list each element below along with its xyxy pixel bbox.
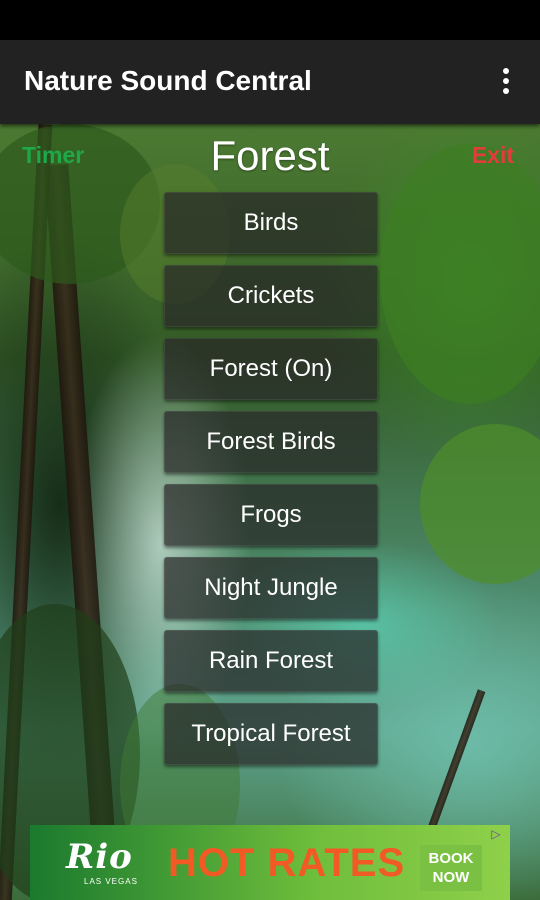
ad-headline: HOT RATES bbox=[168, 841, 406, 885]
sound-button-birds[interactable]: Birds bbox=[164, 192, 378, 254]
app-bar: Nature Sound Central bbox=[0, 40, 540, 124]
sound-button-night-jungle[interactable]: Night Jungle bbox=[164, 557, 378, 619]
status-bar bbox=[0, 0, 540, 40]
sound-button-tropical-forest[interactable]: Tropical Forest bbox=[164, 703, 378, 765]
sound-button-frogs[interactable]: Frogs bbox=[164, 484, 378, 546]
sound-list: Birds Crickets Forest (On) Forest Birds … bbox=[164, 192, 378, 776]
sound-button-forest[interactable]: Forest (On) bbox=[164, 338, 378, 400]
page-title: Forest bbox=[210, 132, 330, 179]
ad-brand-sub: LAS VEGAS bbox=[84, 877, 138, 886]
app-title: Nature Sound Central bbox=[24, 65, 312, 96]
sound-button-rain-forest[interactable]: Rain Forest bbox=[164, 630, 378, 692]
ad-cta-line2: NOW bbox=[432, 869, 470, 886]
sound-button-forest-birds[interactable]: Forest Birds bbox=[164, 411, 378, 473]
ad-brand-logo: Rio bbox=[66, 837, 133, 877]
sound-button-crickets[interactable]: Crickets bbox=[164, 265, 378, 327]
ad-cta-line1: BOOK bbox=[428, 850, 474, 867]
exit-link[interactable]: Exit bbox=[472, 142, 514, 169]
ad-book-now-button[interactable]: BOOK NOW bbox=[420, 845, 482, 891]
ad-banner[interactable]: Rio LAS VEGAS HOT RATES BOOK NOW ▷ bbox=[30, 825, 510, 900]
more-vertical-icon[interactable] bbox=[492, 66, 520, 98]
ad-choices-icon[interactable]: ▷ bbox=[488, 827, 504, 841]
